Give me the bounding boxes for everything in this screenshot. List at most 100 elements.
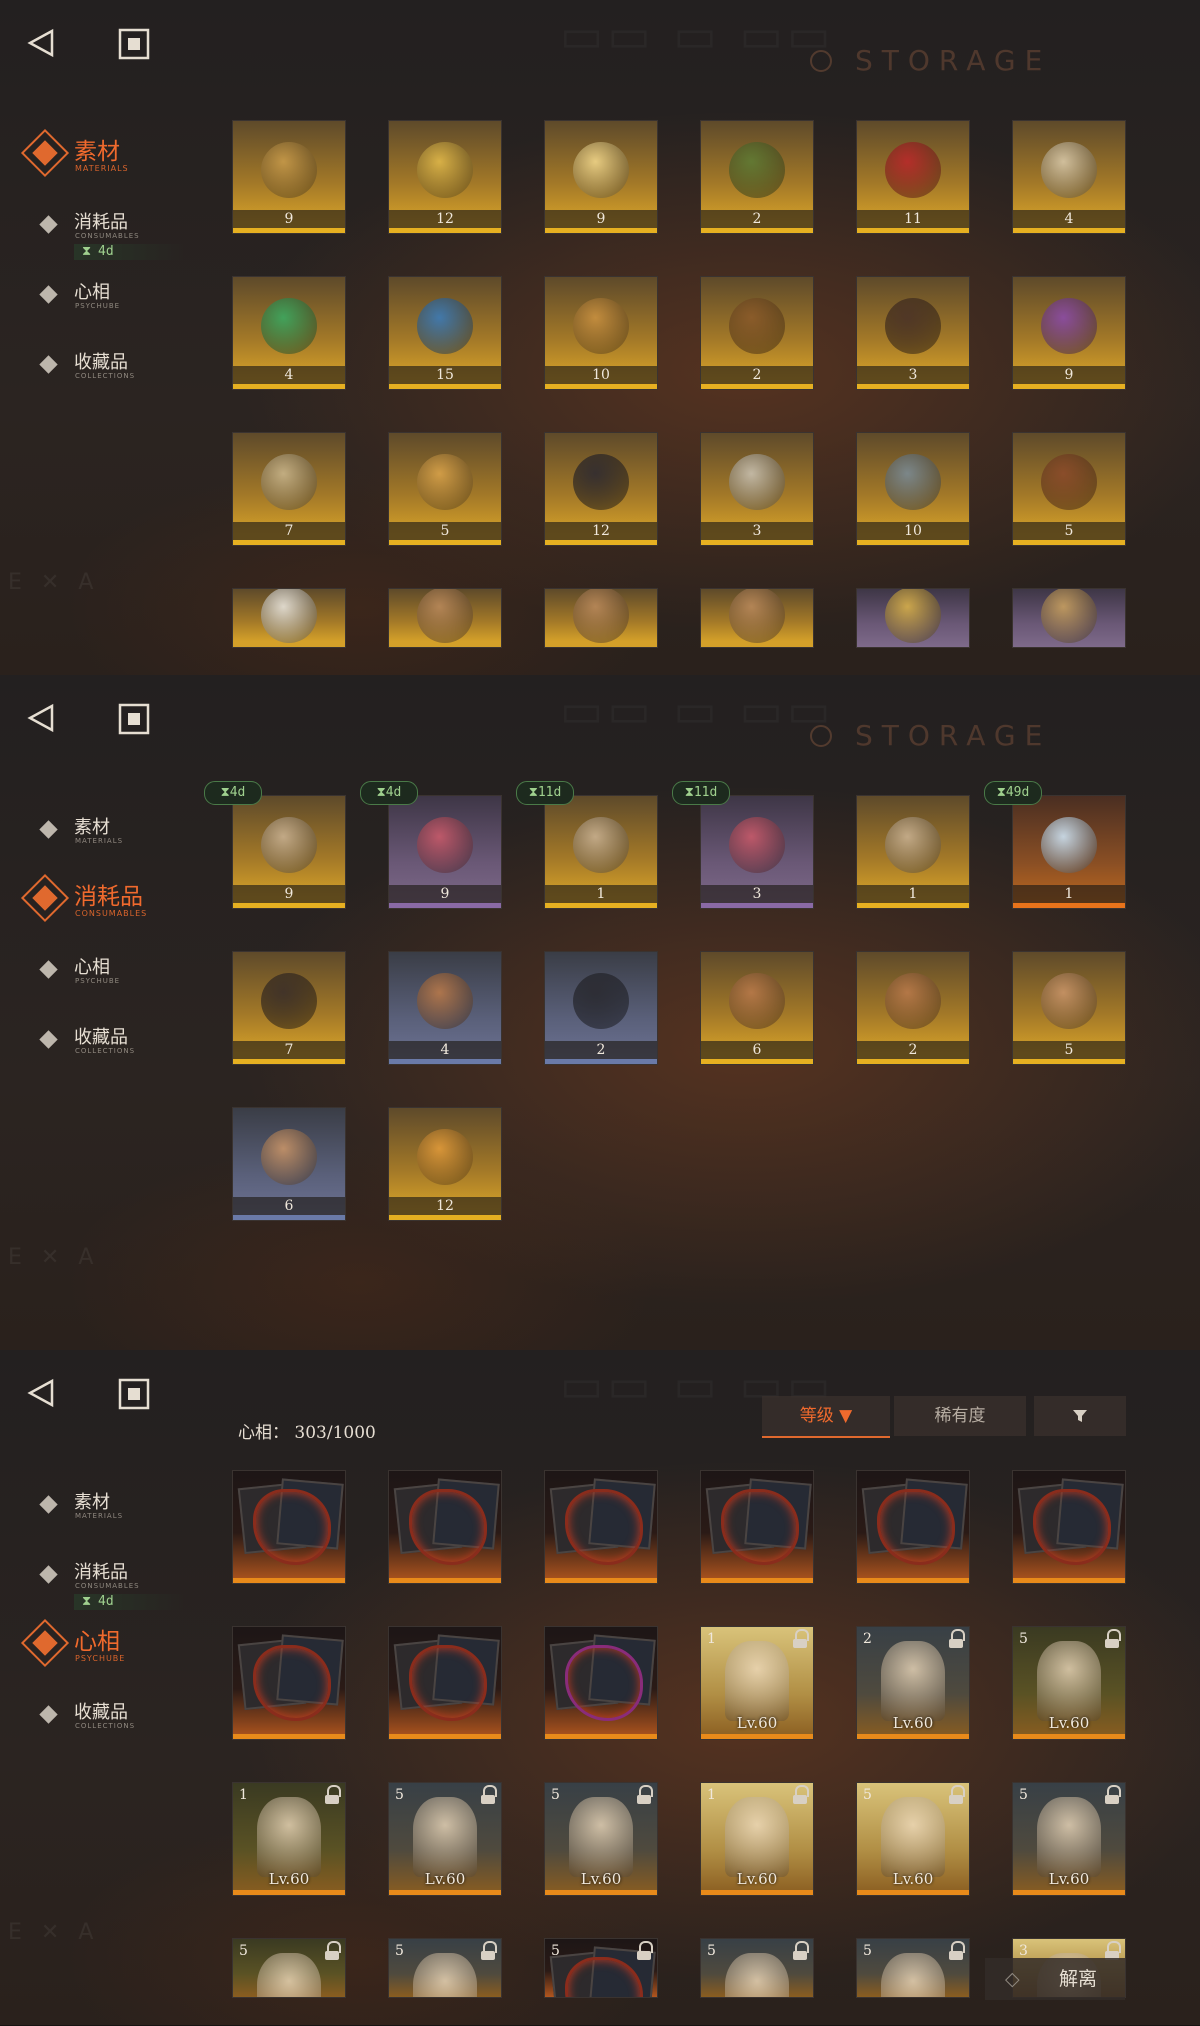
psychube-card[interactable]: 2 Lv.60 [856,1626,970,1740]
inventory-item[interactable]: 2 [700,276,814,390]
nav-item-collections[interactable]: 收藏品 COLLECTIONS [22,340,212,410]
inventory-item[interactable]: 7 [232,951,346,1065]
psychube-card[interactable]: 1 Lv.60 [232,1782,346,1896]
psychube-card[interactable]: 5 [388,1938,502,1998]
back-icon[interactable] [26,28,56,58]
inventory-item[interactable]: 12 [544,432,658,546]
lock-icon[interactable] [1105,1941,1121,1960]
inventory-item[interactable]: 2 [700,120,814,234]
inventory-item[interactable]: 6 [700,951,814,1065]
nav-item-collections[interactable]: 收藏品 COLLECTIONS [22,1690,212,1760]
psychube-card[interactable] [388,1470,502,1584]
psychube-card[interactable] [388,1626,502,1740]
psychube-card[interactable]: 5 [232,1938,346,1998]
inventory-item[interactable]: 12 [388,120,502,234]
nav-item-consumables[interactable]: 消耗品 CONSUMABLES ⧗ 4d [22,200,212,270]
inventory-item[interactable]: 3 [700,432,814,546]
inventory-item[interactable]: 2 [544,951,658,1065]
inventory-item[interactable]: 10 [856,432,970,546]
nav-item-materials[interactable]: 素材 MATERIALS [20,128,212,200]
inventory-item[interactable]: 1 [544,795,658,909]
psychube-card[interactable]: 5 [700,1938,814,1998]
nav-item-psychube[interactable]: 心相 PSYCHUBE [20,1618,212,1690]
inventory-item[interactable]: 5 [1012,432,1126,546]
inventory-item[interactable]: 3 [856,276,970,390]
inventory-item[interactable]: 1 [1012,795,1126,909]
lock-icon[interactable] [637,1785,653,1804]
inventory-item[interactable]: 9 [388,795,502,909]
inventory-item[interactable]: 5 [388,432,502,546]
item-quantity: 10 [545,366,657,384]
nav-item-psychube[interactable]: 心相 PSYCHUBE [22,945,212,1015]
inventory-item[interactable]: 5 [1012,951,1126,1065]
lock-icon[interactable] [325,1785,341,1804]
lock-icon[interactable] [949,1629,965,1648]
inventory-item[interactable]: 4 [388,951,502,1065]
lock-icon[interactable] [637,1941,653,1960]
psychube-card[interactable]: 5 Lv.60 [1012,1782,1126,1896]
inventory-item[interactable]: 4 [1012,120,1126,234]
psychube-card[interactable]: 1 Lv.60 [700,1782,814,1896]
inventory-item[interactable]: 9 [1012,276,1126,390]
nav-item-consumables[interactable]: 消耗品 CONSUMABLES [20,873,212,945]
inventory-item[interactable]: 4 [232,276,346,390]
sort-by-rarity-button[interactable]: 稀有度 [894,1396,1026,1436]
psychube-card[interactable] [700,1470,814,1584]
inventory-item[interactable] [232,588,346,648]
back-icon[interactable] [26,1378,56,1408]
inventory-item[interactable]: 7 [232,432,346,546]
psychube-card[interactable] [232,1470,346,1584]
sort-by-level-button[interactable]: 等级 ▼ [762,1396,890,1438]
inventory-item[interactable]: 3 [700,795,814,909]
lock-icon[interactable] [793,1941,809,1960]
nav-item-consumables[interactable]: 消耗品 CONSUMABLES ⧗ 4d [22,1550,212,1620]
psychube-card[interactable] [1012,1470,1126,1584]
back-icon[interactable] [26,703,56,733]
inventory-item[interactable]: 9 [232,795,346,909]
inventory-item[interactable]: 9 [544,120,658,234]
psychube-card[interactable]: 5 Lv.60 [544,1782,658,1896]
lock-icon[interactable] [949,1785,965,1804]
inventory-item[interactable]: 9 [232,120,346,234]
inventory-item[interactable]: 10 [544,276,658,390]
inventory-item[interactable]: 12 [388,1107,502,1221]
home-icon[interactable] [118,1378,150,1410]
inventory-item[interactable]: 15 [388,276,502,390]
inventory-item[interactable]: 11 [856,120,970,234]
inventory-item[interactable]: 6 [232,1107,346,1221]
psychube-card[interactable] [856,1470,970,1584]
inventory-item[interactable]: 1 [856,795,970,909]
inventory-item[interactable] [856,588,970,648]
inventory-item[interactable] [544,588,658,648]
lock-icon[interactable] [793,1629,809,1648]
inventory-item[interactable] [388,588,502,648]
lock-icon[interactable] [325,1941,341,1960]
filter-button[interactable] [1034,1396,1126,1436]
home-icon[interactable] [118,703,150,735]
psychube-card[interactable]: 5 Lv.60 [1012,1626,1126,1740]
inventory-item[interactable]: 2 [856,951,970,1065]
psychube-card[interactable]: 5 [856,1938,970,1998]
release-button[interactable]: ◇ 解离 [985,1958,1125,2000]
home-icon[interactable] [118,28,150,60]
psychube-card[interactable] [544,1470,658,1584]
inventory-item[interactable] [700,588,814,648]
lock-icon[interactable] [481,1941,497,1960]
nav-item-materials[interactable]: 素材 MATERIALS [22,1480,212,1550]
psychube-card[interactable]: 5 [544,1938,658,1998]
lock-icon[interactable] [949,1941,965,1960]
psychube-card[interactable] [544,1626,658,1740]
nav-item-collections[interactable]: 收藏品 COLLECTIONS [22,1015,212,1085]
lock-icon[interactable] [793,1785,809,1804]
psychube-card[interactable]: 5 Lv.60 [856,1782,970,1896]
lock-icon[interactable] [1105,1785,1121,1804]
psychube-card[interactable] [232,1626,346,1740]
psychube-card[interactable]: 5 Lv.60 [388,1782,502,1896]
candy-jar-icon [573,817,629,874]
lock-icon[interactable] [1105,1629,1121,1648]
nav-item-psychube[interactable]: 心相 PSYCHUBE [22,270,212,340]
inventory-item[interactable] [1012,588,1126,648]
nav-item-materials[interactable]: 素材 MATERIALS [22,805,212,875]
psychube-card[interactable]: 1 Lv.60 [700,1626,814,1740]
lock-icon[interactable] [481,1785,497,1804]
